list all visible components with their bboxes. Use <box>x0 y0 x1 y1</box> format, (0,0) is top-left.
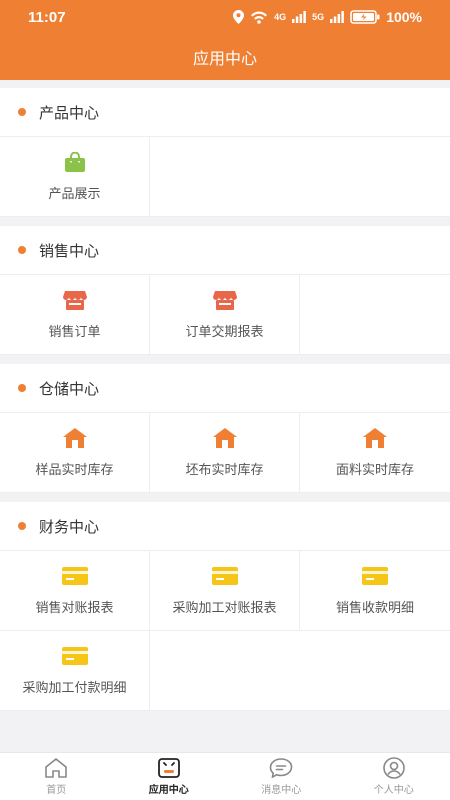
tab-profile[interactable]: 个人中心 <box>338 753 450 800</box>
app-item-label: 样品实时库存 <box>35 462 114 477</box>
app-item-sales-reconciliation-report[interactable]: 销售对账报表 <box>0 551 150 631</box>
section-product-center: 产品中心 产品展示 <box>0 88 450 217</box>
app-item-label: 采购加工对账报表 <box>172 600 277 615</box>
app-item-sample-inventory[interactable]: 样品实时库存 <box>0 413 150 493</box>
section-title: 仓储中心 <box>39 380 100 398</box>
app-sections: 产品中心 产品展示 销售中心 销售订单 订单交期报表 仓储中心 样品实时库存 坯… <box>0 88 450 720</box>
app-item-purchase-processing-reconciliation-report[interactable]: 采购加工对账报表 <box>150 551 300 631</box>
battery-level: 100% <box>386 9 422 25</box>
section-grid: 销售对账报表 采购加工对账报表 销售收款明细 采购加工付款明细 <box>0 551 450 711</box>
signal-icon <box>292 11 307 23</box>
section-header: 销售中心 <box>0 226 450 275</box>
app-item-purchase-processing-payment-details[interactable]: 采购加工付款明细 <box>0 631 150 711</box>
battery-icon <box>350 10 380 24</box>
app-item-sales-receipt-details[interactable]: 销售收款明细 <box>300 551 450 631</box>
bullet-dot <box>18 384 26 392</box>
section-grid: 销售订单 订单交期报表 <box>0 275 450 355</box>
apps-icon <box>157 757 180 779</box>
app-item-label: 销售订单 <box>48 324 101 339</box>
section-warehouse-center: 仓储中心 样品实时库存 坯布实时库存 面料实时库存 <box>0 364 450 493</box>
app-item-greige-inventory[interactable]: 坯布实时库存 <box>150 413 300 493</box>
app-item-label: 坯布实时库存 <box>185 462 264 477</box>
app-item-label: 订单交期报表 <box>185 324 264 339</box>
tab-message-center[interactable]: 消息中心 <box>225 753 338 800</box>
network-4g-label: 4G <box>274 11 287 22</box>
tab-label: 首页 <box>46 785 67 796</box>
card-icon <box>61 645 88 667</box>
status-time: 11:07 <box>28 8 66 26</box>
shop-icon <box>212 289 238 311</box>
empty-cell <box>300 275 450 355</box>
home-icon <box>44 757 68 779</box>
app-item-sales-orders[interactable]: 销售订单 <box>0 275 150 355</box>
warehouse-icon <box>62 427 88 449</box>
bag-icon <box>62 151 88 173</box>
section-header: 仓储中心 <box>0 364 450 413</box>
bullet-dot <box>18 246 26 254</box>
bullet-dot <box>18 522 26 530</box>
app-item-label: 采购加工付款明细 <box>22 680 127 695</box>
section-title: 销售中心 <box>39 242 100 260</box>
wifi-icon <box>251 11 268 24</box>
app-item-label: 产品展示 <box>48 186 101 201</box>
bottom-tab-bar: 首页 应用中心 消息中心 个人中心 <box>0 752 450 800</box>
section-title: 财务中心 <box>39 518 100 536</box>
card-icon <box>61 565 88 587</box>
location-icon <box>233 10 245 24</box>
status-icons: 4G 5G 100% <box>233 9 422 25</box>
app-item-fabric-inventory[interactable]: 面料实时库存 <box>300 413 450 493</box>
section-title: 产品中心 <box>39 104 100 122</box>
signal-icon <box>330 11 345 23</box>
section-sales-center: 销售中心 销售订单 订单交期报表 <box>0 226 450 355</box>
app-item-label: 面料实时库存 <box>335 462 414 477</box>
empty-cell <box>150 631 450 711</box>
app-item-label: 销售对账报表 <box>35 600 114 615</box>
tab-label: 应用中心 <box>148 785 189 796</box>
section-grid: 样品实时库存 坯布实时库存 面料实时库存 <box>0 413 450 493</box>
status-bar: 11:07 4G 5G 100% <box>0 0 450 34</box>
page-title: 应用中心 <box>192 51 257 68</box>
tab-label: 个人中心 <box>373 785 414 796</box>
tab-label: 消息中心 <box>261 785 302 796</box>
shop-icon <box>62 289 88 311</box>
card-icon <box>211 565 238 587</box>
card-icon <box>362 565 388 587</box>
empty-cell <box>150 137 450 217</box>
tab-home[interactable]: 首页 <box>0 753 113 800</box>
app-header: 11:07 4G 5G 100% 应用中心 <box>0 0 450 80</box>
warehouse-icon <box>212 427 238 449</box>
app-item-label: 销售收款明细 <box>335 600 414 615</box>
app-item-product-display[interactable]: 产品展示 <box>0 137 150 217</box>
profile-icon <box>382 757 405 779</box>
message-icon <box>269 757 293 779</box>
page-title-bar: 应用中心 <box>0 34 450 80</box>
tab-app-center[interactable]: 应用中心 <box>113 753 226 800</box>
section-finance-center: 财务中心 销售对账报表 采购加工对账报表 销售收款明细 采购加工付款明细 <box>0 502 450 711</box>
warehouse-icon <box>362 427 388 449</box>
section-grid: 产品展示 <box>0 137 450 217</box>
section-header: 财务中心 <box>0 502 450 551</box>
app-item-order-delivery-report[interactable]: 订单交期报表 <box>150 275 300 355</box>
bullet-dot <box>18 108 26 116</box>
network-5g-label: 5G <box>312 11 325 22</box>
section-header: 产品中心 <box>0 88 450 137</box>
